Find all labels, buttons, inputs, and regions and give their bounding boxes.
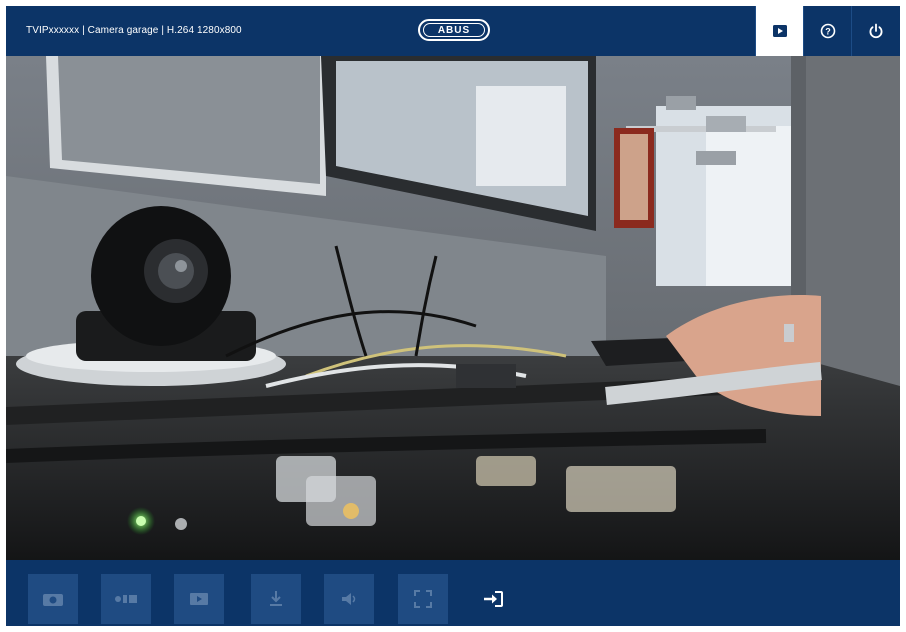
logo-text: ABUS bbox=[423, 23, 485, 37]
playback-icon bbox=[190, 593, 208, 605]
header-bar: TVIPxxxxxx | Camera garage | H.264 1280x… bbox=[6, 6, 900, 56]
audio-button[interactable] bbox=[324, 574, 374, 624]
record-button[interactable] bbox=[101, 574, 151, 624]
download-button[interactable] bbox=[251, 574, 301, 624]
fullscreen-icon bbox=[414, 590, 432, 608]
playback-button[interactable] bbox=[174, 574, 224, 624]
live-view-button[interactable] bbox=[756, 6, 804, 56]
abus-logo: ABUS bbox=[418, 19, 490, 41]
camera-title: TVIPxxxxxx | Camera garage | H.264 1280x… bbox=[26, 25, 242, 36]
power-icon bbox=[869, 23, 883, 39]
record-icon bbox=[115, 595, 137, 603]
speaker-icon bbox=[342, 593, 356, 605]
help-circle-icon: ? bbox=[820, 23, 836, 39]
login-icon bbox=[484, 591, 503, 607]
help-button[interactable]: ? bbox=[804, 6, 852, 56]
camera-icon bbox=[43, 594, 63, 606]
video-frame bbox=[6, 56, 900, 560]
login-button[interactable] bbox=[478, 584, 508, 614]
control-toolbar bbox=[6, 560, 900, 626]
snapshot-button[interactable] bbox=[28, 574, 78, 624]
play-icon bbox=[773, 25, 787, 37]
fullscreen-button[interactable] bbox=[398, 574, 448, 624]
live-video-feed[interactable] bbox=[6, 56, 900, 560]
power-button[interactable] bbox=[852, 6, 900, 56]
download-icon bbox=[270, 591, 282, 606]
svg-text:?: ? bbox=[825, 27, 831, 37]
app-frame: TVIPxxxxxx | Camera garage | H.264 1280x… bbox=[6, 6, 900, 626]
